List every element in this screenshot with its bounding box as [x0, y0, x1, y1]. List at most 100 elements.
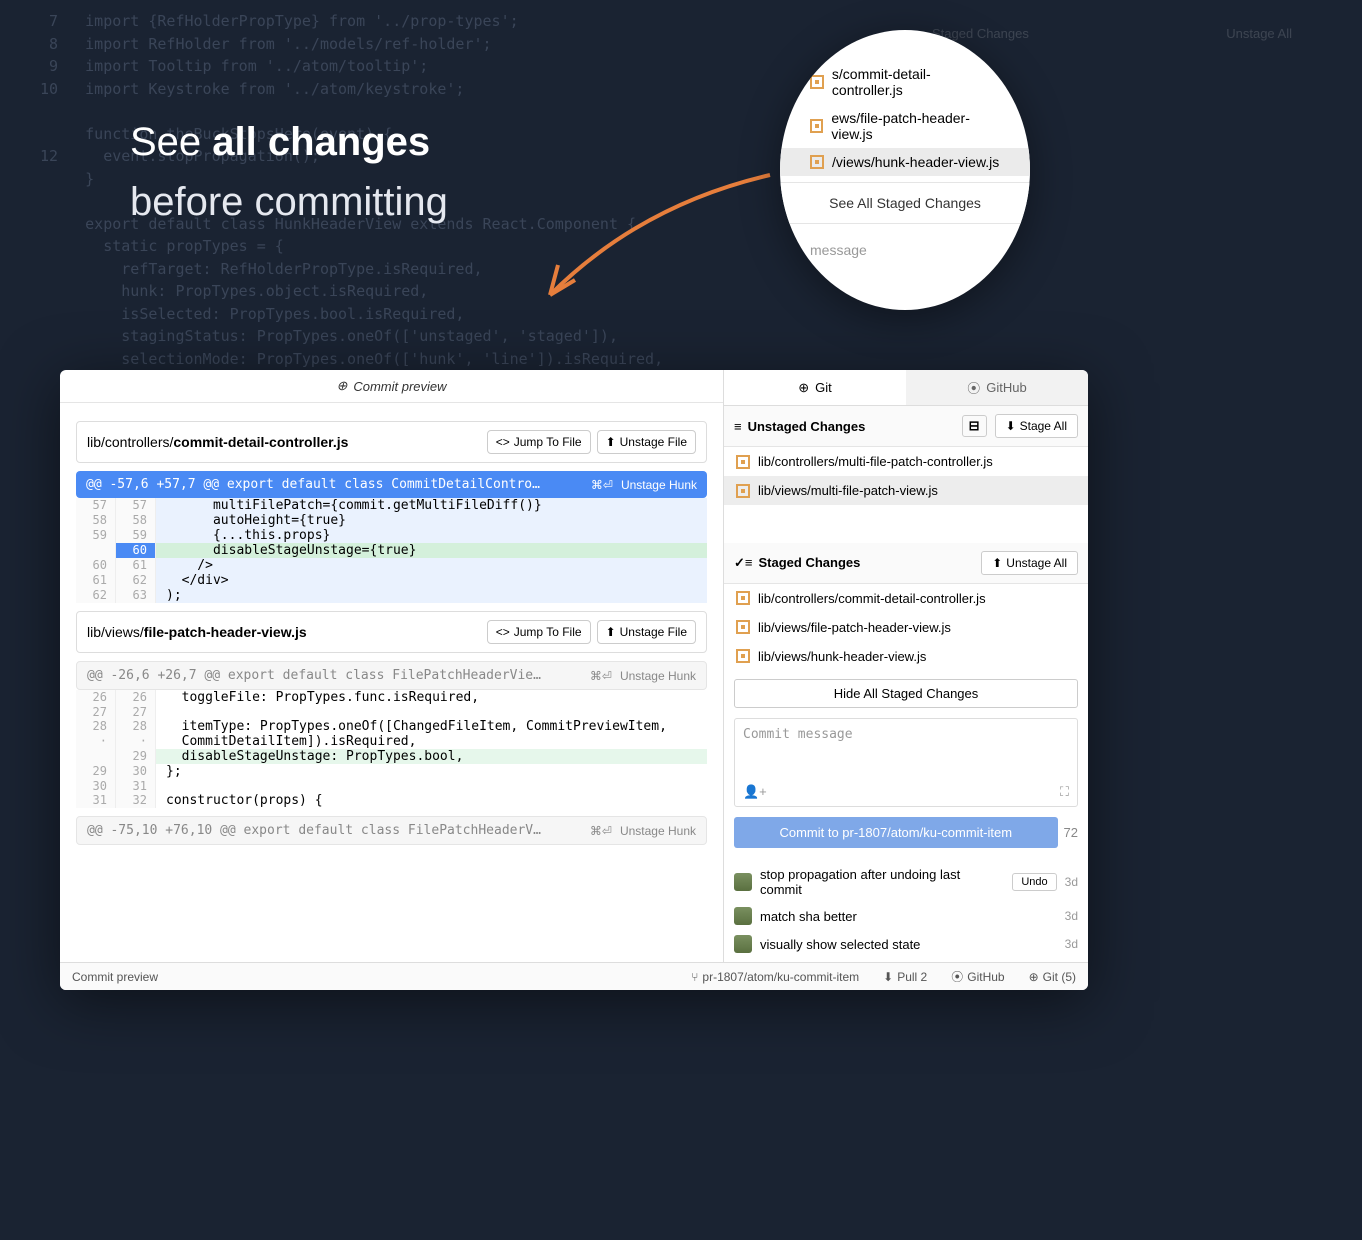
staged-file-row[interactable]: lib/controllers/commit-detail-controller… — [724, 584, 1088, 613]
shortcut-key: ⌘⏎ — [591, 478, 613, 492]
diff-line[interactable]: 3031 — [76, 779, 707, 793]
diff-line[interactable]: 5959 {...this.props} — [76, 528, 707, 543]
line-num-new: 31 — [116, 779, 156, 793]
expand-icon[interactable]: ⛶ — [1060, 784, 1069, 800]
git-icon: ⊕ — [1029, 970, 1039, 984]
diff-line[interactable]: 2626 toggleFile: PropTypes.func.isRequir… — [76, 690, 707, 705]
staged-file-row[interactable]: lib/views/file-patch-header-view.js — [724, 613, 1088, 642]
diff-line[interactable]: 6061 /> — [76, 558, 707, 573]
line-num-old: · — [76, 734, 116, 749]
line-num-new: 28 — [116, 719, 156, 734]
status-bar: Commit preview ⑂ pr-1807/atom/ku-commit-… — [60, 962, 1088, 990]
file-name: lib/controllers/multi-file-patch-control… — [758, 454, 993, 469]
line-num-old: 60 — [76, 558, 116, 573]
commit-message-input[interactable]: Commit message 👤+ ⛶ — [734, 718, 1078, 807]
line-num-old: 59 — [76, 528, 116, 543]
diff-content: {...this.props} — [156, 528, 707, 543]
file-name: lib/controllers/commit-detail-controller… — [758, 591, 986, 606]
line-num-new: 61 — [116, 558, 156, 573]
stage-all-button[interactable]: ⬇ Stage All — [995, 414, 1078, 438]
arrow-illustration — [520, 165, 780, 325]
diff-line[interactable]: 2727 — [76, 705, 707, 719]
unstaged-file-row[interactable]: lib/views/multi-file-patch-view.js — [724, 476, 1088, 505]
status-branch[interactable]: ⑂ pr-1807/atom/ku-commit-item — [691, 970, 859, 984]
file-header: lib/views/file-patch-header-view.js<> Ju… — [76, 611, 707, 653]
staged-file-row[interactable]: lib/views/hunk-header-view.js — [724, 642, 1088, 671]
diff-line[interactable]: 2930}; — [76, 764, 707, 779]
diff-content: </div> — [156, 573, 707, 588]
line-num-new: 30 — [116, 764, 156, 779]
coauthor-icon[interactable]: 👤+ — [743, 784, 767, 800]
hide-all-staged-button[interactable]: Hide All Staged Changes — [734, 679, 1078, 708]
diff-line[interactable]: 2828 itemType: PropTypes.oneOf([ChangedF… — [76, 719, 707, 734]
commit-icon: ⊕ — [336, 378, 347, 394]
hunk-header-text: @@ -57,6 +57,7 @@ export default class C… — [86, 477, 591, 492]
unstaged-file-row[interactable]: lib/controllers/multi-file-patch-control… — [724, 447, 1088, 476]
mag-file-row[interactable]: /views/hunk-header-view.js — [780, 148, 1030, 176]
line-num-old: 57 — [76, 498, 116, 513]
diff-content: autoHeight={true} — [156, 513, 707, 528]
unstage-hunk-button[interactable]: ⌘⏎Unstage Hunk — [590, 669, 696, 683]
line-num-old: 28 — [76, 719, 116, 734]
collapse-icon[interactable]: ⊟ — [962, 415, 987, 437]
status-git[interactable]: ⊕ Git (5) — [1029, 970, 1076, 984]
mag-file-row[interactable]: ews/file-patch-header-view.js — [780, 104, 1030, 148]
recent-commit-row[interactable]: stop propagation after undoing last comm… — [734, 862, 1078, 902]
diff-content: }; — [156, 764, 707, 779]
status-pull[interactable]: ⬇ Pull 2 — [883, 970, 927, 984]
diff-line[interactable]: 5858 autoHeight={true} — [76, 513, 707, 528]
diff-line[interactable]: 5757 multiFilePatch={commit.getMultiFile… — [76, 498, 707, 513]
headline-line-2: before committing — [130, 180, 448, 225]
status-github[interactable]: ⦿ GitHub — [951, 968, 1004, 985]
diff-content: itemType: PropTypes.oneOf([ChangedFileIt… — [156, 719, 707, 734]
diff-line[interactable]: 60 disableStageUnstage={true} — [76, 543, 707, 558]
file-header: lib/controllers/commit-detail-controller… — [76, 421, 707, 463]
checklist-icon: ✓≡ — [734, 555, 752, 571]
unstage-file-button[interactable]: ⬆ Unstage File — [597, 620, 696, 644]
unstage-hunk-button[interactable]: ⌘⏎Unstage Hunk — [591, 478, 697, 492]
avatar — [734, 935, 752, 953]
recent-commit-row[interactable]: visually show selected state3d — [734, 930, 1078, 958]
unstage-file-button[interactable]: ⬆ Unstage File — [597, 430, 696, 454]
diff-line[interactable]: ·· CommitDetailItem]).isRequired, — [76, 734, 707, 749]
file-name: lib/views/file-patch-header-view.js — [758, 620, 951, 635]
line-num-old: 58 — [76, 513, 116, 528]
diff-line[interactable]: 3132constructor(props) { — [76, 793, 707, 808]
status-left: Commit preview — [72, 970, 667, 984]
commit-time: 3d — [1065, 909, 1078, 923]
line-num-new: 58 — [116, 513, 156, 528]
tab-git[interactable]: ⊕ Git — [724, 370, 906, 405]
commit-button[interactable]: Commit to pr-1807/atom/ku-commit-item — [734, 817, 1058, 848]
hunk-header-text: @@ -75,10 +76,10 @@ export default class… — [87, 823, 590, 838]
undo-button[interactable]: Undo — [1012, 873, 1056, 891]
branch-icon: ⑂ — [691, 970, 698, 984]
commit-preview-title: ⊕ Commit preview — [60, 370, 723, 403]
modified-icon — [736, 620, 750, 634]
jump-to-file-button[interactable]: <> Jump To File — [487, 620, 591, 644]
diff-line[interactable]: 29 disableStageUnstage: PropTypes.bool, — [76, 749, 707, 764]
unstage-all-button[interactable]: ⬆ Unstage All — [981, 551, 1078, 575]
diff-content: disableStageUnstage: PropTypes.bool, — [156, 749, 707, 764]
file-path: lib/views/file-patch-header-view.js — [87, 624, 487, 640]
file-name: lib/views/multi-file-patch-view.js — [758, 483, 938, 498]
diff-line[interactable]: 6263); — [76, 588, 707, 603]
recent-commit-row[interactable]: match sha better3d — [734, 902, 1078, 930]
mag-file-name: ews/file-patch-header-view.js — [831, 110, 1000, 142]
commit-preview-pane: ⊕ Commit preview lib/controllers/commit-… — [60, 370, 723, 962]
tab-github[interactable]: ⦿ GitHub — [906, 370, 1088, 405]
modified-icon — [810, 119, 823, 133]
unstage-hunk-button[interactable]: ⌘⏎Unstage Hunk — [590, 824, 696, 838]
diff-content: constructor(props) { — [156, 793, 707, 808]
line-num-new: 57 — [116, 498, 156, 513]
list-icon: ≡ — [734, 419, 742, 434]
mag-file-name: s/commit-detail-controller.js — [832, 66, 1000, 98]
modified-icon — [736, 484, 750, 498]
commit-message: visually show selected state — [760, 937, 1057, 952]
diff-line[interactable]: 6162 </div> — [76, 573, 707, 588]
jump-to-file-button[interactable]: <> Jump To File — [487, 430, 591, 454]
diff-content: toggleFile: PropTypes.func.isRequired, — [156, 690, 707, 705]
git-panel: ⊕ Git ⦿ GitHub ≡ Unstaged Changes ⊟ ⬇ St… — [723, 370, 1088, 962]
char-count: 72 — [1064, 825, 1078, 840]
see-all-staged-button[interactable]: See All Staged Changes — [780, 182, 1030, 224]
commit-message: stop propagation after undoing last comm… — [760, 867, 1004, 897]
